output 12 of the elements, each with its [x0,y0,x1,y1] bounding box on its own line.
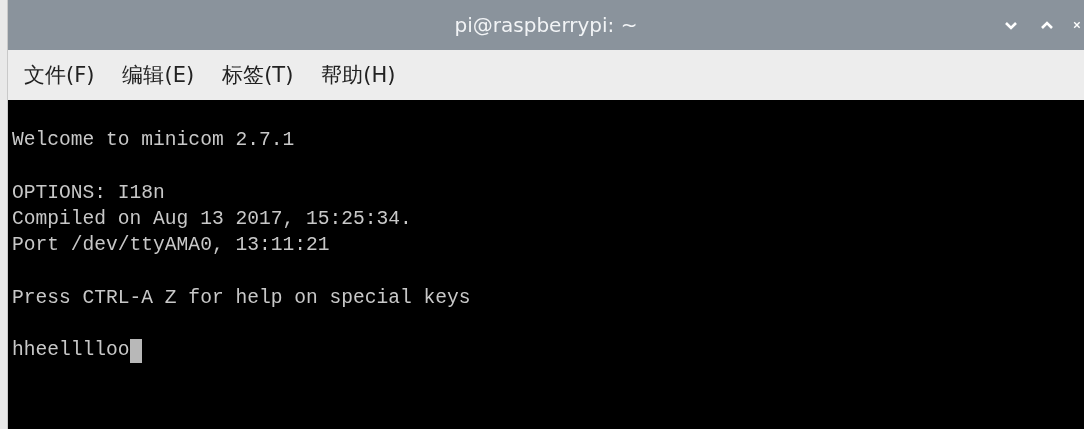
text-cursor [129,338,142,363]
terminal-line: Press CTRL-A Z for help on special keys [12,285,471,311]
menu-item[interactable]: 文件(F) [18,57,101,93]
window-title: pi@raspberrypi: ~ [454,13,638,37]
terminal-line: OPTIONS: I18n [12,180,165,206]
typed-text: hheelllloo [12,338,130,364]
menu-item[interactable]: 编辑(E) [116,57,201,93]
terminal-line: Compiled on Aug 13 2017, 15:25:34. [12,206,412,232]
menu-item[interactable]: 帮助(H) [315,57,402,93]
terminal-line: Port /dev/ttyAMA0, 13:11:21 [12,233,330,259]
terminal-line: Welcome to minicom 2.7.1 [12,128,295,153]
menu-item[interactable]: 标签(T) [216,57,300,93]
